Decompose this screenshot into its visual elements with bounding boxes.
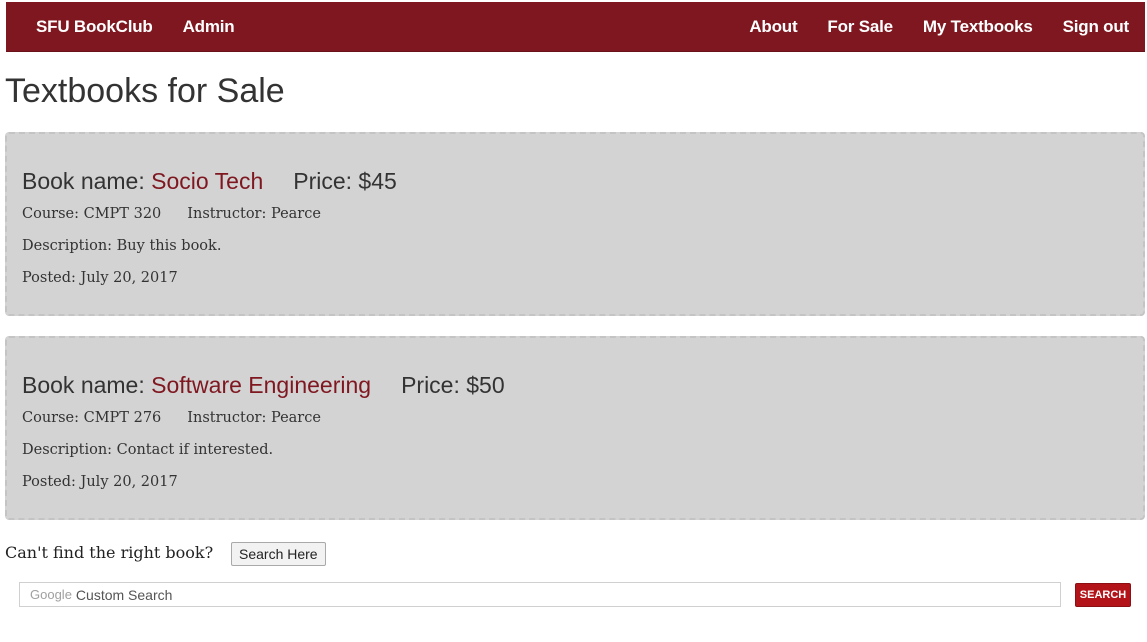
book-course: Course: CMPT 320 bbox=[22, 206, 162, 222]
listing-header: Book name: Software Engineering Price: $5… bbox=[22, 372, 505, 399]
custom-search-placeholder: Custom Search bbox=[75, 586, 173, 603]
book-description: Description: Buy this book. bbox=[22, 238, 222, 254]
nav-brand-link[interactable]: SFU BookClub bbox=[36, 17, 168, 37]
book-price: Price: $50 bbox=[401, 372, 505, 398]
top-navbar: SFU BookClub Admin About For Sale My Tex… bbox=[6, 2, 1145, 52]
nav-for-sale-link[interactable]: For Sale bbox=[812, 17, 907, 37]
search-submit-button[interactable]: SEARCH bbox=[1075, 583, 1131, 607]
nav-admin-link[interactable]: Admin bbox=[168, 17, 250, 37]
listing-course-line: Course: CMPT 276 Instructor: Pearce bbox=[22, 410, 321, 426]
book-instructor: Instructor: Pearce bbox=[187, 410, 321, 426]
book-name-label: Book name: bbox=[22, 372, 152, 398]
google-logo-text: Google bbox=[30, 587, 72, 602]
nav-sign-out-link[interactable]: Sign out bbox=[1048, 17, 1130, 37]
book-name-link[interactable]: Socio Tech bbox=[151, 168, 263, 194]
nav-my-textbooks-link[interactable]: My Textbooks bbox=[908, 17, 1048, 37]
nav-right-group: About For Sale My Textbooks Sign out bbox=[734, 2, 1145, 51]
listing-card: Book name: Socio Tech Price: $45 Course: … bbox=[5, 132, 1145, 316]
book-posted-date: Posted: July 20, 2017 bbox=[22, 474, 178, 490]
listing-course-line: Course: CMPT 320 Instructor: Pearce bbox=[22, 206, 321, 222]
search-prompt-text: Can't find the right book? bbox=[5, 543, 214, 562]
listing-header: Book name: Socio Tech Price: $45 bbox=[22, 168, 397, 195]
book-name-label: Book name: bbox=[22, 168, 152, 194]
search-here-button[interactable]: Search Here bbox=[231, 542, 326, 566]
book-description: Description: Contact if interested. bbox=[22, 442, 274, 458]
custom-search-input[interactable]: Google Custom Search bbox=[19, 582, 1061, 607]
listing-card: Book name: Software Engineering Price: $5… bbox=[5, 336, 1145, 520]
book-posted-date: Posted: July 20, 2017 bbox=[22, 270, 178, 286]
nav-about-link[interactable]: About bbox=[734, 17, 812, 37]
page-title: Textbooks for Sale bbox=[5, 72, 285, 110]
book-course: Course: CMPT 276 bbox=[22, 410, 162, 426]
book-name-link[interactable]: Software Engineering bbox=[151, 372, 371, 398]
book-price: Price: $45 bbox=[293, 168, 397, 194]
nav-left-group: SFU BookClub Admin bbox=[6, 2, 249, 51]
book-instructor: Instructor: Pearce bbox=[187, 206, 321, 222]
